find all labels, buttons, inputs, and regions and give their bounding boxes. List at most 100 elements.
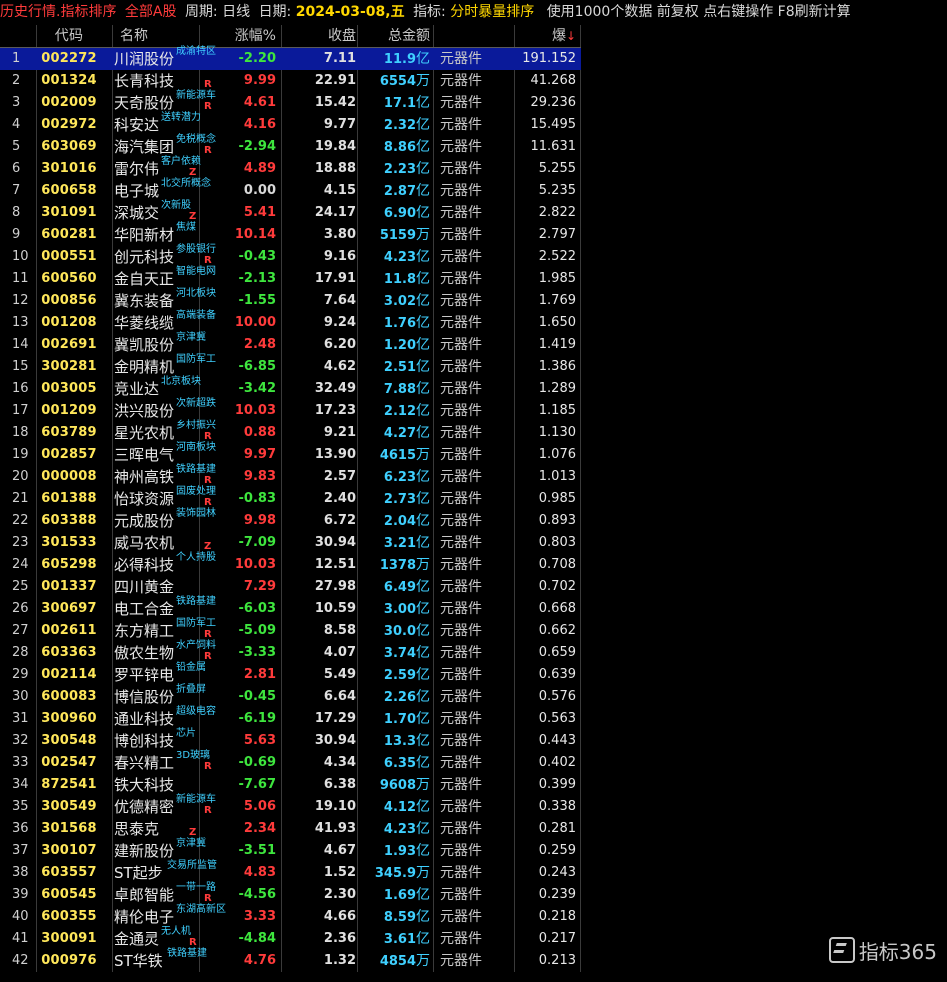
stock-code[interactable]: 002611 <box>38 620 100 642</box>
table-row[interactable]: 29 002114 罗平锌电 铅金属 2.81 5.49 2.59亿 元器件 0.639 <box>0 662 581 686</box>
table-row[interactable]: 21 601388 怡球资源 固废处理 R -0.83 2.40 2.73亿 元器件 0.985 <box>0 486 581 510</box>
stock-name-cell[interactable]: 元成股份 装饰园林 <box>114 508 216 532</box>
market-filter[interactable]: 全部A股 <box>125 4 177 20</box>
stock-name-cell[interactable]: 通业科技 超级电容 <box>114 706 216 730</box>
table-row[interactable]: 26 300697 电工合金 铁路基建 -6.03 10.59 3.00亿 元器件 0.668 <box>0 596 581 620</box>
stock-code[interactable]: 605298 <box>38 554 100 576</box>
stock-name-cell[interactable]: 川润股份 成渝特区 <box>114 46 216 70</box>
stock-name-cell[interactable]: 卓郎智能 一带一路 R <box>114 882 216 906</box>
stock-code[interactable]: 300281 <box>38 356 100 378</box>
stock-code[interactable]: 300548 <box>38 730 100 752</box>
table-row[interactable]: 37 300107 建新股份 京津冀 -3.51 4.67 1.93亿 元器件 0.259 <box>0 838 581 862</box>
stock-code[interactable]: 600560 <box>38 268 100 290</box>
stock-name-cell[interactable]: 长青科技 R <box>114 70 212 92</box>
table-row[interactable]: 12 000856 冀东装备 河北板块 -1.55 7.64 3.02亿 元器件 1.769 <box>0 288 581 312</box>
stock-code[interactable]: 300697 <box>38 598 100 620</box>
table-row[interactable]: 28 603363 傲农生物 水产饲料 R -3.33 4.07 3.74亿 元器件 0.659 <box>0 640 581 664</box>
stock-code[interactable]: 001324 <box>38 70 100 92</box>
stock-name-cell[interactable]: 创元科技 参股银行 R <box>114 244 216 268</box>
stock-name-cell[interactable]: 思泰克 Z <box>114 818 204 840</box>
stock-name-cell[interactable]: 必得科技 个人持股 <box>114 552 216 576</box>
stock-name-cell[interactable]: 博信股份 折叠屏 <box>114 684 206 708</box>
stock-name-cell[interactable]: 金通灵 无人机 R <box>114 926 204 950</box>
stock-name-cell[interactable]: 深城交 次新股 Z <box>114 200 204 224</box>
stock-name-cell[interactable]: 建新股份 京津冀 <box>114 838 206 862</box>
table-row[interactable]: 25 001337 四川黄金 7.29 27.98 6.49亿 元器件 0.702 <box>0 576 581 598</box>
period-value[interactable]: 日线 <box>222 4 250 20</box>
stock-name-cell[interactable]: 海汽集团 免税概念 R <box>114 134 216 158</box>
table-row[interactable]: 42 000976 ST华铁 铁路基建 4.76 1.32 4854万 元器件 0.213 <box>0 948 581 972</box>
date-value[interactable]: 2024-03-08,五 <box>296 4 405 20</box>
stock-code[interactable]: 002272 <box>38 48 100 70</box>
stock-name-cell[interactable]: 神州高铁 铁路基建 R <box>114 464 216 488</box>
stock-name-cell[interactable]: ST起步 交易所监管 <box>114 860 217 884</box>
stock-name-cell[interactable]: 竞业达 北京板块 <box>114 376 204 400</box>
table-row[interactable]: 16 003005 竞业达 北京板块 -3.42 32.49 7.88亿 元器件 1.289 <box>0 376 581 400</box>
stock-name-cell[interactable]: 傲农生物 水产饲料 R <box>114 640 216 664</box>
table-row[interactable]: 24 605298 必得科技 个人持股 10.03 12.51 1378万 元器件 0.708 <box>0 552 581 576</box>
table-row[interactable]: 11 600560 金自天正 智能电网 -2.13 17.91 11.8亿 元器件 1.985 <box>0 266 581 290</box>
stock-code[interactable]: 000976 <box>38 950 100 972</box>
stock-code[interactable]: 600355 <box>38 906 100 928</box>
table-row[interactable]: 2 001324 长青科技 R 9.99 22.91 6554万 元器件 41.268 <box>0 70 581 92</box>
col-header-change[interactable]: 涨幅% <box>200 25 276 47</box>
stock-name-cell[interactable]: 三晖电气 河南板块 <box>114 442 216 466</box>
table-row[interactable]: 31 300960 通业科技 超级电容 -6.19 17.29 1.70亿 元器件 0.563 <box>0 706 581 730</box>
stock-name-cell[interactable]: 电子城 北交所概念 <box>114 178 211 202</box>
stock-code[interactable]: 600545 <box>38 884 100 906</box>
table-row[interactable]: 10 000551 创元科技 参股银行 R -0.43 9.16 4.23亿 元器件 2.522 <box>0 244 581 268</box>
stock-name-cell[interactable]: 怡球资源 固废处理 R <box>114 486 216 510</box>
table-row[interactable]: 22 603388 元成股份 装饰园林 9.98 6.72 2.04亿 元器件 0.893 <box>0 508 581 532</box>
stock-code[interactable]: 002114 <box>38 664 100 686</box>
stock-name-cell[interactable]: 星光农机 乡村振兴 R <box>114 420 216 444</box>
stock-code[interactable]: 603388 <box>38 510 100 532</box>
stock-code[interactable]: 300091 <box>38 928 100 950</box>
stock-code[interactable]: 002547 <box>38 752 100 774</box>
stock-code[interactable]: 001209 <box>38 400 100 422</box>
table-row[interactable]: 5 603069 海汽集团 免税概念 R -2.94 19.84 8.86亿 元器件 11.631 <box>0 134 581 158</box>
stock-code[interactable]: 603557 <box>38 862 100 884</box>
table-row[interactable]: 39 600545 卓郎智能 一带一路 R -4.56 2.30 1.69亿 元器件 0.239 <box>0 882 581 906</box>
table-row[interactable]: 1 002272 川润股份 成渝特区 -2.20 7.11 11.9亿 元器件 191.152 <box>0 46 581 70</box>
stock-name-cell[interactable]: 华菱线缆 高端装备 <box>114 310 216 334</box>
table-row[interactable]: 30 600083 博信股份 折叠屏 -0.45 6.64 2.26亿 元器件 0.576 <box>0 684 581 708</box>
table-row[interactable]: 36 301568 思泰克 Z 2.34 41.93 4.23亿 元器件 0.281 <box>0 818 581 840</box>
table-row[interactable]: 7 600658 电子城 北交所概念 0.00 4.15 2.87亿 元器件 5.235 <box>0 178 581 202</box>
stock-name-cell[interactable]: 冀东装备 河北板块 <box>114 288 216 312</box>
stock-code[interactable]: 600281 <box>38 224 100 246</box>
stock-name-cell[interactable]: 金明精机 国防军工 <box>114 354 216 378</box>
stock-name-cell[interactable]: ST华铁 铁路基建 <box>114 948 207 972</box>
col-header-name[interactable]: 名称 <box>120 25 210 47</box>
stock-name-cell[interactable]: 东方精工 国防军工 R <box>114 618 216 642</box>
table-row[interactable]: 38 603557 ST起步 交易所监管 4.83 1.52 345.9万 元器件 0.243 <box>0 860 581 884</box>
stock-code[interactable]: 301016 <box>38 158 100 180</box>
stock-name-cell[interactable]: 博创科技 芯片 <box>114 728 204 752</box>
stock-code[interactable]: 000551 <box>38 246 100 268</box>
table-row[interactable]: 4 002972 科安达 送转潜力 4.16 9.77 2.32亿 元器件 15.495 <box>0 112 581 136</box>
stock-code[interactable]: 603363 <box>38 642 100 664</box>
col-header-close[interactable]: 收盘 <box>282 25 356 47</box>
stock-code[interactable]: 300549 <box>38 796 100 818</box>
stock-code[interactable]: 000008 <box>38 466 100 488</box>
stock-name-cell[interactable]: 冀凯股份 京津冀 <box>114 332 206 356</box>
stock-code[interactable]: 001337 <box>38 576 100 598</box>
stock-code[interactable]: 600658 <box>38 180 100 202</box>
stock-code[interactable]: 003005 <box>38 378 100 400</box>
stock-code[interactable]: 301568 <box>38 818 100 840</box>
stock-code[interactable]: 600083 <box>38 686 100 708</box>
stock-code[interactable]: 601388 <box>38 488 100 510</box>
stock-code[interactable]: 301533 <box>38 532 100 554</box>
table-row[interactable]: 41 300091 金通灵 无人机 R -4.84 2.36 3.61亿 元器件 0.217 <box>0 926 581 950</box>
stock-code[interactable]: 000856 <box>38 290 100 312</box>
stock-name-cell[interactable]: 科安达 送转潜力 <box>114 112 204 136</box>
stock-code[interactable]: 002972 <box>38 114 100 136</box>
stock-code[interactable]: 872541 <box>38 774 100 796</box>
stock-name-cell[interactable]: 金自天正 智能电网 <box>114 266 216 290</box>
stock-code[interactable]: 603789 <box>38 422 100 444</box>
stock-name-cell[interactable]: 洪兴股份 次新超跌 <box>114 398 216 422</box>
table-row[interactable]: 34 872541 铁大科技 -7.67 6.38 9608万 元器件 0.399 <box>0 774 581 796</box>
table-row[interactable]: 35 300549 优德精密 新能源车 R 5.06 19.10 4.12亿 元器件 0.338 <box>0 794 581 818</box>
table-row[interactable]: 13 001208 华菱线缆 高端装备 10.00 9.24 1.76亿 元器件 1.650 <box>0 310 581 334</box>
table-row[interactable]: 15 300281 金明精机 国防军工 -6.85 4.62 2.51亿 元器件 1.386 <box>0 354 581 378</box>
stock-code[interactable]: 002009 <box>38 92 100 114</box>
